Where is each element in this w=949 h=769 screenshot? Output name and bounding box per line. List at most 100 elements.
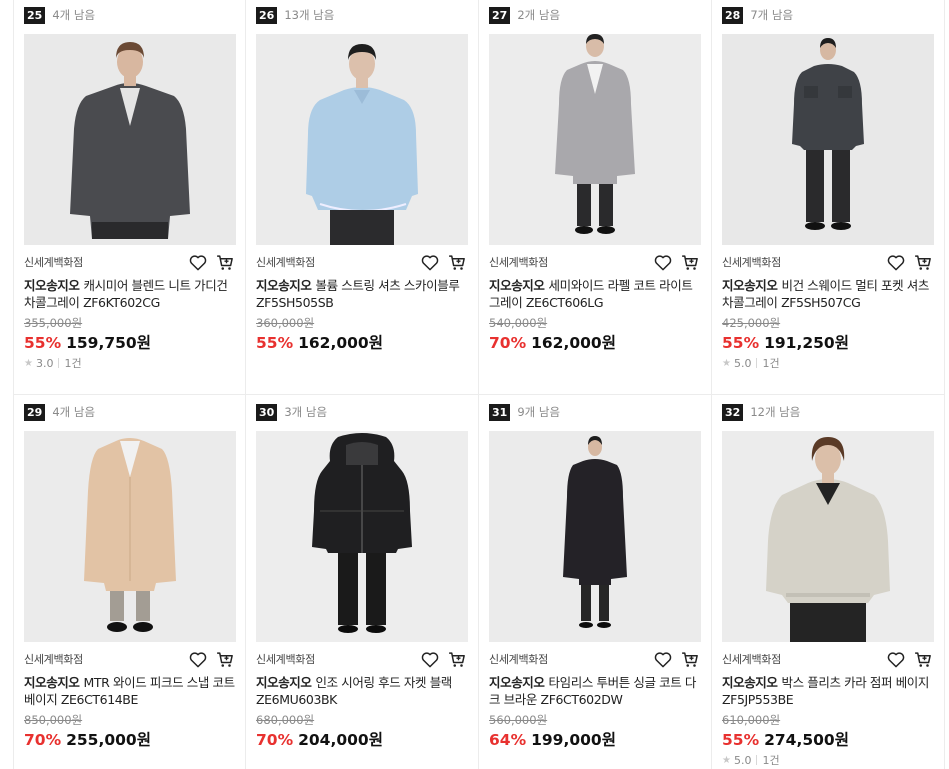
original-price: 680,000원	[256, 713, 315, 727]
divider	[756, 358, 758, 368]
seller-name: 신세계백화점	[24, 653, 83, 666]
heart-icon[interactable]	[652, 252, 674, 272]
original-price: 540,000원	[489, 316, 548, 330]
review-count: 1건	[762, 357, 780, 370]
sale-price: 162,000원	[531, 334, 616, 352]
rank-badge: 28	[722, 6, 744, 24]
product-image[interactable]	[256, 431, 468, 642]
seller-name: 신세계백화점	[722, 653, 781, 666]
stock-label: 13개 남음	[284, 8, 335, 22]
stock-label: 4개 남음	[52, 405, 96, 419]
sale-price: 159,750원	[66, 334, 151, 352]
brand-name: 지오송지오	[489, 675, 545, 690]
cart-icon[interactable]	[679, 649, 701, 669]
heart-icon[interactable]	[419, 649, 441, 669]
sale-price: 255,000원	[66, 731, 151, 749]
original-price: 560,000원	[489, 713, 548, 727]
discount-rate: 70%	[24, 731, 62, 749]
product-title[interactable]: 지오송지오 볼륨 스트링 셔츠 스카이블루 ZF5SH505SB	[256, 278, 468, 311]
original-price: 355,000원	[24, 316, 83, 330]
product-grid: 25 4개 남음 신세계백화점 지오송지오 캐시미어 블렌드 니트 가디건 차콜그…	[0, 0, 949, 769]
heart-icon[interactable]	[885, 252, 907, 272]
review-count: 1건	[64, 357, 82, 370]
rank-badge: 26	[256, 6, 278, 24]
divider	[58, 358, 60, 368]
stock-label: 7개 남음	[750, 8, 794, 22]
star-icon: ★	[722, 357, 731, 369]
product-image[interactable]	[256, 34, 468, 245]
stock-label: 2개 남음	[517, 8, 561, 22]
product-title[interactable]: 지오송지오 박스 플리츠 카라 점퍼 베이지 ZF5JP553BE	[722, 675, 934, 708]
discount-rate: 55%	[722, 334, 760, 352]
product-image[interactable]	[722, 431, 934, 642]
product-card[interactable]: 31 9개 남음 신세계백화점 지오송지오 타임리스 투버튼 싱글 코트 다크 브…	[479, 395, 712, 769]
cart-icon[interactable]	[912, 649, 934, 669]
heart-icon[interactable]	[187, 252, 209, 272]
original-price: 610,000원	[722, 713, 781, 727]
rating-value: 5.0	[733, 356, 752, 370]
product-image[interactable]	[722, 34, 934, 245]
discount-rate: 64%	[489, 731, 527, 749]
original-price: 425,000원	[722, 316, 781, 330]
cart-icon[interactable]	[214, 252, 236, 272]
product-card[interactable]: 26 13개 남음 신세계백화점 지오송지오 볼륨 스트링 셔츠 스카이블루 ZF…	[246, 0, 479, 395]
rating-row: ★ 5.0 1건	[722, 355, 780, 371]
brand-name: 지오송지오	[722, 675, 778, 690]
discount-rate: 70%	[256, 731, 294, 749]
heart-icon[interactable]	[652, 649, 674, 669]
star-icon: ★	[24, 357, 33, 369]
rank-badge: 25	[24, 6, 46, 24]
product-image[interactable]	[489, 431, 701, 642]
rating-value: 3.0	[35, 356, 54, 370]
discount-rate: 55%	[722, 731, 760, 749]
cart-icon[interactable]	[446, 649, 468, 669]
product-card[interactable]: 28 7개 남음 신세계백화점 지오송지오 비건 스웨이드 멀티 포켓 셔츠 차콜…	[712, 0, 945, 395]
seller-name: 신세계백화점	[489, 653, 548, 666]
seller-name: 신세계백화점	[256, 653, 315, 666]
rating-row: ★ 3.0 1건	[24, 355, 82, 371]
stock-label: 4개 남음	[52, 8, 96, 22]
seller-name: 신세계백화점	[489, 256, 548, 269]
original-price: 850,000원	[24, 713, 83, 727]
rank-badge: 30	[256, 403, 278, 421]
brand-name: 지오송지오	[722, 278, 778, 293]
cart-icon[interactable]	[912, 252, 934, 272]
brand-name: 지오송지오	[256, 675, 312, 690]
stock-label: 12개 남음	[750, 405, 801, 419]
product-card[interactable]: 32 12개 남음 신세계백화점 지오송지오 박스 플리츠 카라 점퍼 베이지 Z…	[712, 395, 945, 769]
stock-label: 3개 남음	[284, 405, 328, 419]
cart-icon[interactable]	[214, 649, 236, 669]
product-card[interactable]: 29 4개 남음 신세계백화점 지오송지오 MTR 와이드 피크드 스냅 코트 베…	[13, 395, 246, 769]
seller-name: 신세계백화점	[722, 256, 781, 269]
original-price: 360,000원	[256, 316, 315, 330]
product-card[interactable]: 27 2개 남음 신세계백화점 지오송지오 세미와이드 라펠 코트 라이트그레이 …	[479, 0, 712, 395]
rank-badge: 32	[722, 403, 744, 421]
heart-icon[interactable]	[187, 649, 209, 669]
stock-label: 9개 남음	[517, 405, 561, 419]
product-card[interactable]: 25 4개 남음 신세계백화점 지오송지오 캐시미어 블렌드 니트 가디건 차콜그…	[13, 0, 246, 395]
product-image[interactable]	[24, 431, 236, 642]
product-title[interactable]: 지오송지오 타임리스 투버튼 싱글 코트 다크 브라운 ZF6CT602DW	[489, 675, 701, 708]
rating-row: ★ 5.0 1건	[722, 752, 780, 768]
sale-price: 199,000원	[531, 731, 616, 749]
seller-name: 신세계백화점	[24, 256, 83, 269]
product-title[interactable]: 지오송지오 인조 시어링 후드 자켓 블랙 ZE6MU603BK	[256, 675, 468, 708]
product-image[interactable]	[24, 34, 236, 245]
rank-badge: 31	[489, 403, 511, 421]
cart-icon[interactable]	[446, 252, 468, 272]
product-card[interactable]: 30 3개 남음 신세계백화점 지오송지오 인조 시어링 후드 자켓 블랙 ZE6…	[246, 395, 479, 769]
heart-icon[interactable]	[419, 252, 441, 272]
product-title[interactable]: 지오송지오 비건 스웨이드 멀티 포켓 셔츠 차콜그레이 ZF5SH507CG	[722, 278, 934, 311]
rank-badge: 29	[24, 403, 46, 421]
brand-name: 지오송지오	[256, 278, 312, 293]
seller-name: 신세계백화점	[256, 256, 315, 269]
product-title[interactable]: 지오송지오 세미와이드 라펠 코트 라이트그레이 ZE6CT606LG	[489, 278, 701, 311]
rank-badge: 27	[489, 6, 511, 24]
sale-price: 162,000원	[298, 334, 383, 352]
cart-icon[interactable]	[679, 252, 701, 272]
product-image[interactable]	[489, 34, 701, 245]
product-title[interactable]: 지오송지오 MTR 와이드 피크드 스냅 코트 베이지 ZE6CT614BE	[24, 675, 236, 708]
product-title[interactable]: 지오송지오 캐시미어 블렌드 니트 가디건 차콜그레이 ZF6KT602CG	[24, 278, 236, 311]
heart-icon[interactable]	[885, 649, 907, 669]
sale-price: 191,250원	[764, 334, 849, 352]
